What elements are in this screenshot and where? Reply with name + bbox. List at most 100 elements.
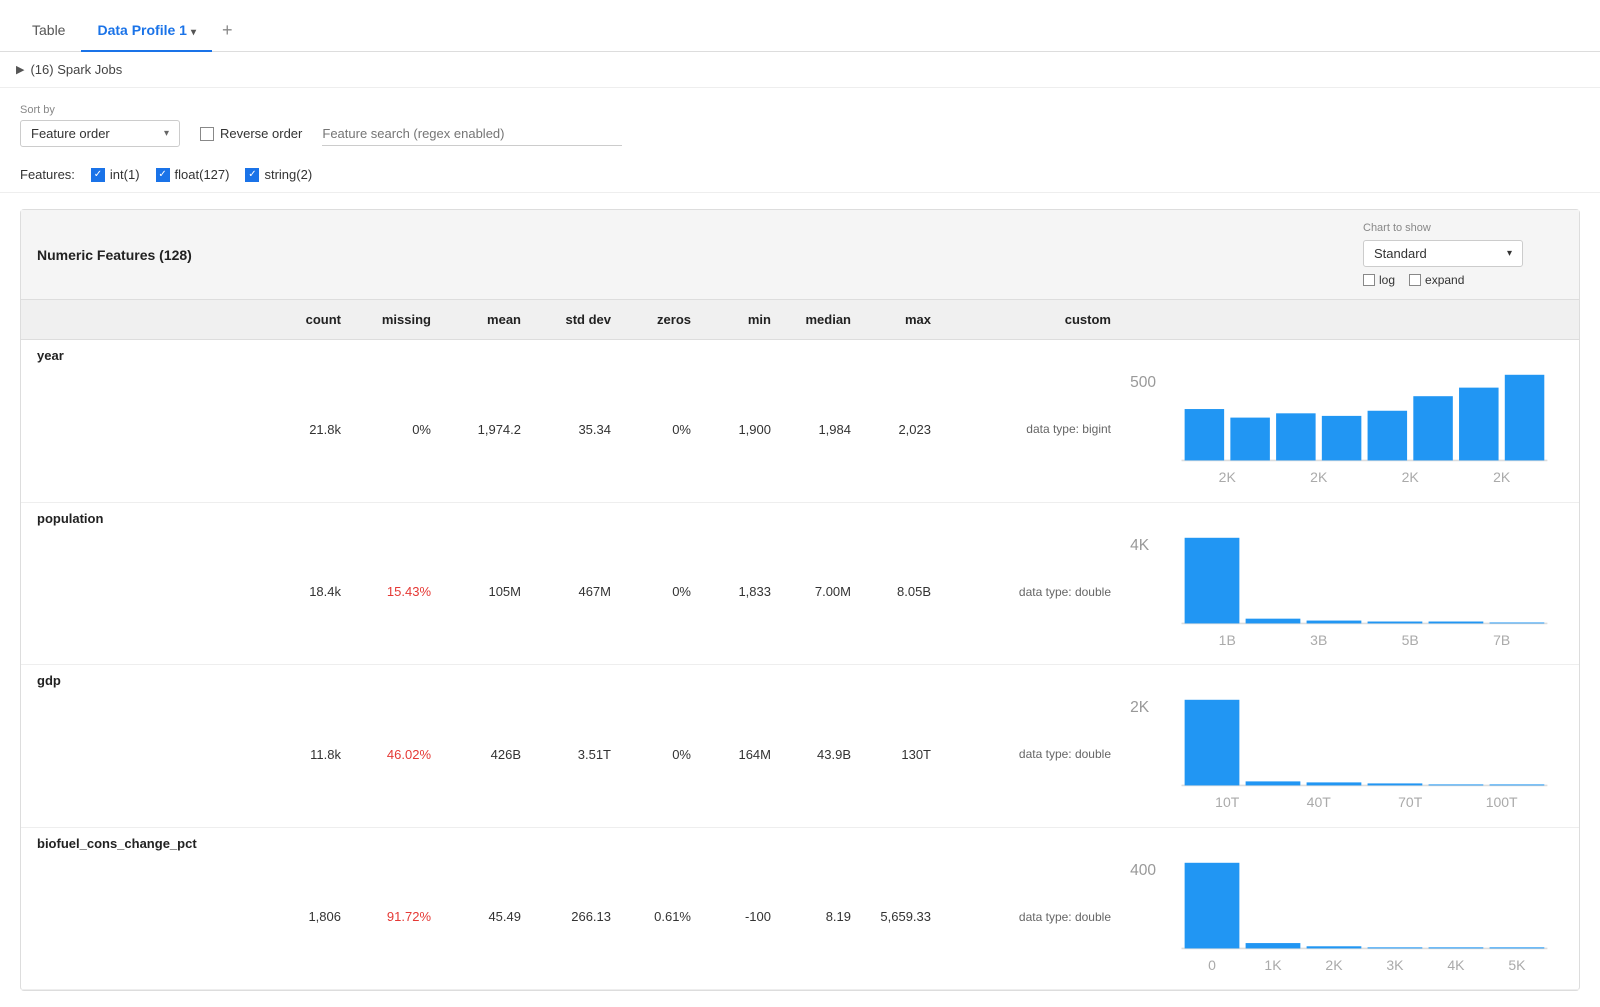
reverse-order-box [200,127,214,141]
string-checked-icon: ✓ [245,168,259,182]
expand-checkbox[interactable]: expand [1409,273,1464,287]
data-cell: 0% [617,582,697,601]
tab-table[interactable]: Table [16,10,81,52]
data-cell: 0% [617,745,697,764]
spark-jobs-label: (16) Spark Jobs [30,62,122,77]
feature-data: 11.8k46.02%426B3.51T0%164M43.9B130Tdata … [21,690,1579,827]
feature-row: year21.8k0%1,974.235.340%1,9001,9842,023… [21,340,1579,503]
data-cell [37,590,257,594]
chart-cell: 500 2K 2K 2K 2K [1117,367,1563,492]
svg-text:500: 500 [1130,374,1156,391]
data-cell: 46.02% [347,745,437,764]
data-cell: 7.00M [777,582,857,601]
log-box [1363,274,1375,286]
data-cell: 1,984 [777,420,857,439]
numeric-features-container: Numeric Features (128) Chart to show Sta… [20,209,1580,991]
tab-dropdown-icon[interactable]: ▾ [191,27,196,38]
svg-text:3B: 3B [1310,632,1327,648]
data-rows: year21.8k0%1,974.235.340%1,9001,9842,023… [21,340,1579,990]
svg-text:3K: 3K [1386,957,1404,973]
data-cell: data type: double [937,583,1117,601]
numeric-features-title: Numeric Features (128) [37,247,192,263]
chart-select-arrow: ▾ [1507,248,1512,259]
th-feature [37,308,257,331]
feature-name: gdp [21,665,1579,690]
sort-label: Sort by [20,104,1580,116]
tab-data-profile-1[interactable]: Data Profile 1▾ [81,10,212,52]
data-cell: 45.49 [437,907,527,926]
svg-text:5B: 5B [1402,632,1419,648]
th-count: count [257,308,347,331]
feature-row: gdp11.8k46.02%426B3.51T0%164M43.9B130Tda… [21,665,1579,828]
data-cell: 91.72% [347,907,437,926]
svg-text:2K: 2K [1130,699,1150,716]
data-cell: data type: double [937,745,1117,763]
feature-int-checkbox[interactable]: ✓ int(1) [91,167,140,182]
features-label: Features: [20,167,75,182]
data-cell: 467M [527,582,617,601]
controls-row: Feature order ▾ Reverse order [20,120,1580,147]
data-cell: 0% [617,420,697,439]
table-header-row: count missing mean std dev zeros min med… [21,300,1579,340]
svg-text:4K: 4K [1447,957,1465,973]
th-chart [1117,308,1563,331]
data-cell: 130T [857,745,937,764]
data-cell: 5,659.33 [857,907,937,926]
chart-to-show-label: Chart to show [1363,222,1431,234]
chart-controls: Chart to show Standard ▾ log expand [1363,222,1563,287]
svg-text:2K: 2K [1402,469,1420,485]
svg-text:5K: 5K [1508,957,1526,973]
svg-text:2K: 2K [1219,469,1237,485]
data-cell: 15.43% [347,582,437,601]
int-checked-icon: ✓ [91,168,105,182]
th-median: median [777,308,857,331]
data-cell: 43.9B [777,745,857,764]
svg-text:2K: 2K [1493,469,1511,485]
svg-text:7B: 7B [1493,632,1510,648]
svg-text:2K: 2K [1310,469,1328,485]
sort-arrow-icon: ▾ [164,128,169,139]
chart-type-select[interactable]: Standard ▾ [1363,240,1523,267]
feature-data: 21.8k0%1,974.235.340%1,9001,9842,023data… [21,365,1579,502]
data-cell: data type: double [937,908,1117,926]
svg-text:1K: 1K [1264,957,1282,973]
data-cell: 164M [697,745,777,764]
th-zeros: zeros [617,308,697,331]
expand-box [1409,274,1421,286]
feature-name: year [21,340,1579,365]
data-cell: 8.05B [857,582,937,601]
chart-cell: 40001K2K3K4K5K [1117,855,1563,980]
chart-cell: 2K10T40T70T100T [1117,692,1563,817]
svg-text:1B: 1B [1219,632,1236,648]
data-cell: 266.13 [527,907,617,926]
data-cell: 426B [437,745,527,764]
data-cell: 8.19 [777,907,857,926]
features-row: Features: ✓ int(1) ✓ float(127) ✓ string… [0,157,1600,193]
feature-float-checkbox[interactable]: ✓ float(127) [156,167,230,182]
svg-text:100T: 100T [1486,794,1518,810]
data-cell: 105M [437,582,527,601]
spark-jobs-bar[interactable]: ▶ (16) Spark Jobs [0,52,1600,88]
log-checkbox[interactable]: log [1363,273,1395,287]
feature-search-input[interactable] [322,122,622,146]
float-checked-icon: ✓ [156,168,170,182]
th-missing: missing [347,308,437,331]
data-cell: data type: bigint [937,420,1117,438]
svg-text:40T: 40T [1307,794,1332,810]
feature-row: population18.4k15.43%105M467M0%1,8337.00… [21,503,1579,666]
data-cell: 2,023 [857,420,937,439]
th-min: min [697,308,777,331]
svg-text:400: 400 [1130,862,1156,879]
data-cell: 3.51T [527,745,617,764]
data-cell [37,427,257,431]
data-cell: 18.4k [257,582,347,601]
data-cell: 35.34 [527,420,617,439]
sort-select[interactable]: Feature order ▾ [20,120,180,147]
data-cell: 0% [347,420,437,439]
data-cell: -100 [697,907,777,926]
tab-add-button[interactable]: + [212,9,243,51]
feature-name: biofuel_cons_change_pct [21,828,1579,853]
reverse-order-checkbox[interactable]: Reverse order [200,126,302,141]
feature-string-checkbox[interactable]: ✓ string(2) [245,167,312,182]
svg-text:70T: 70T [1398,794,1423,810]
